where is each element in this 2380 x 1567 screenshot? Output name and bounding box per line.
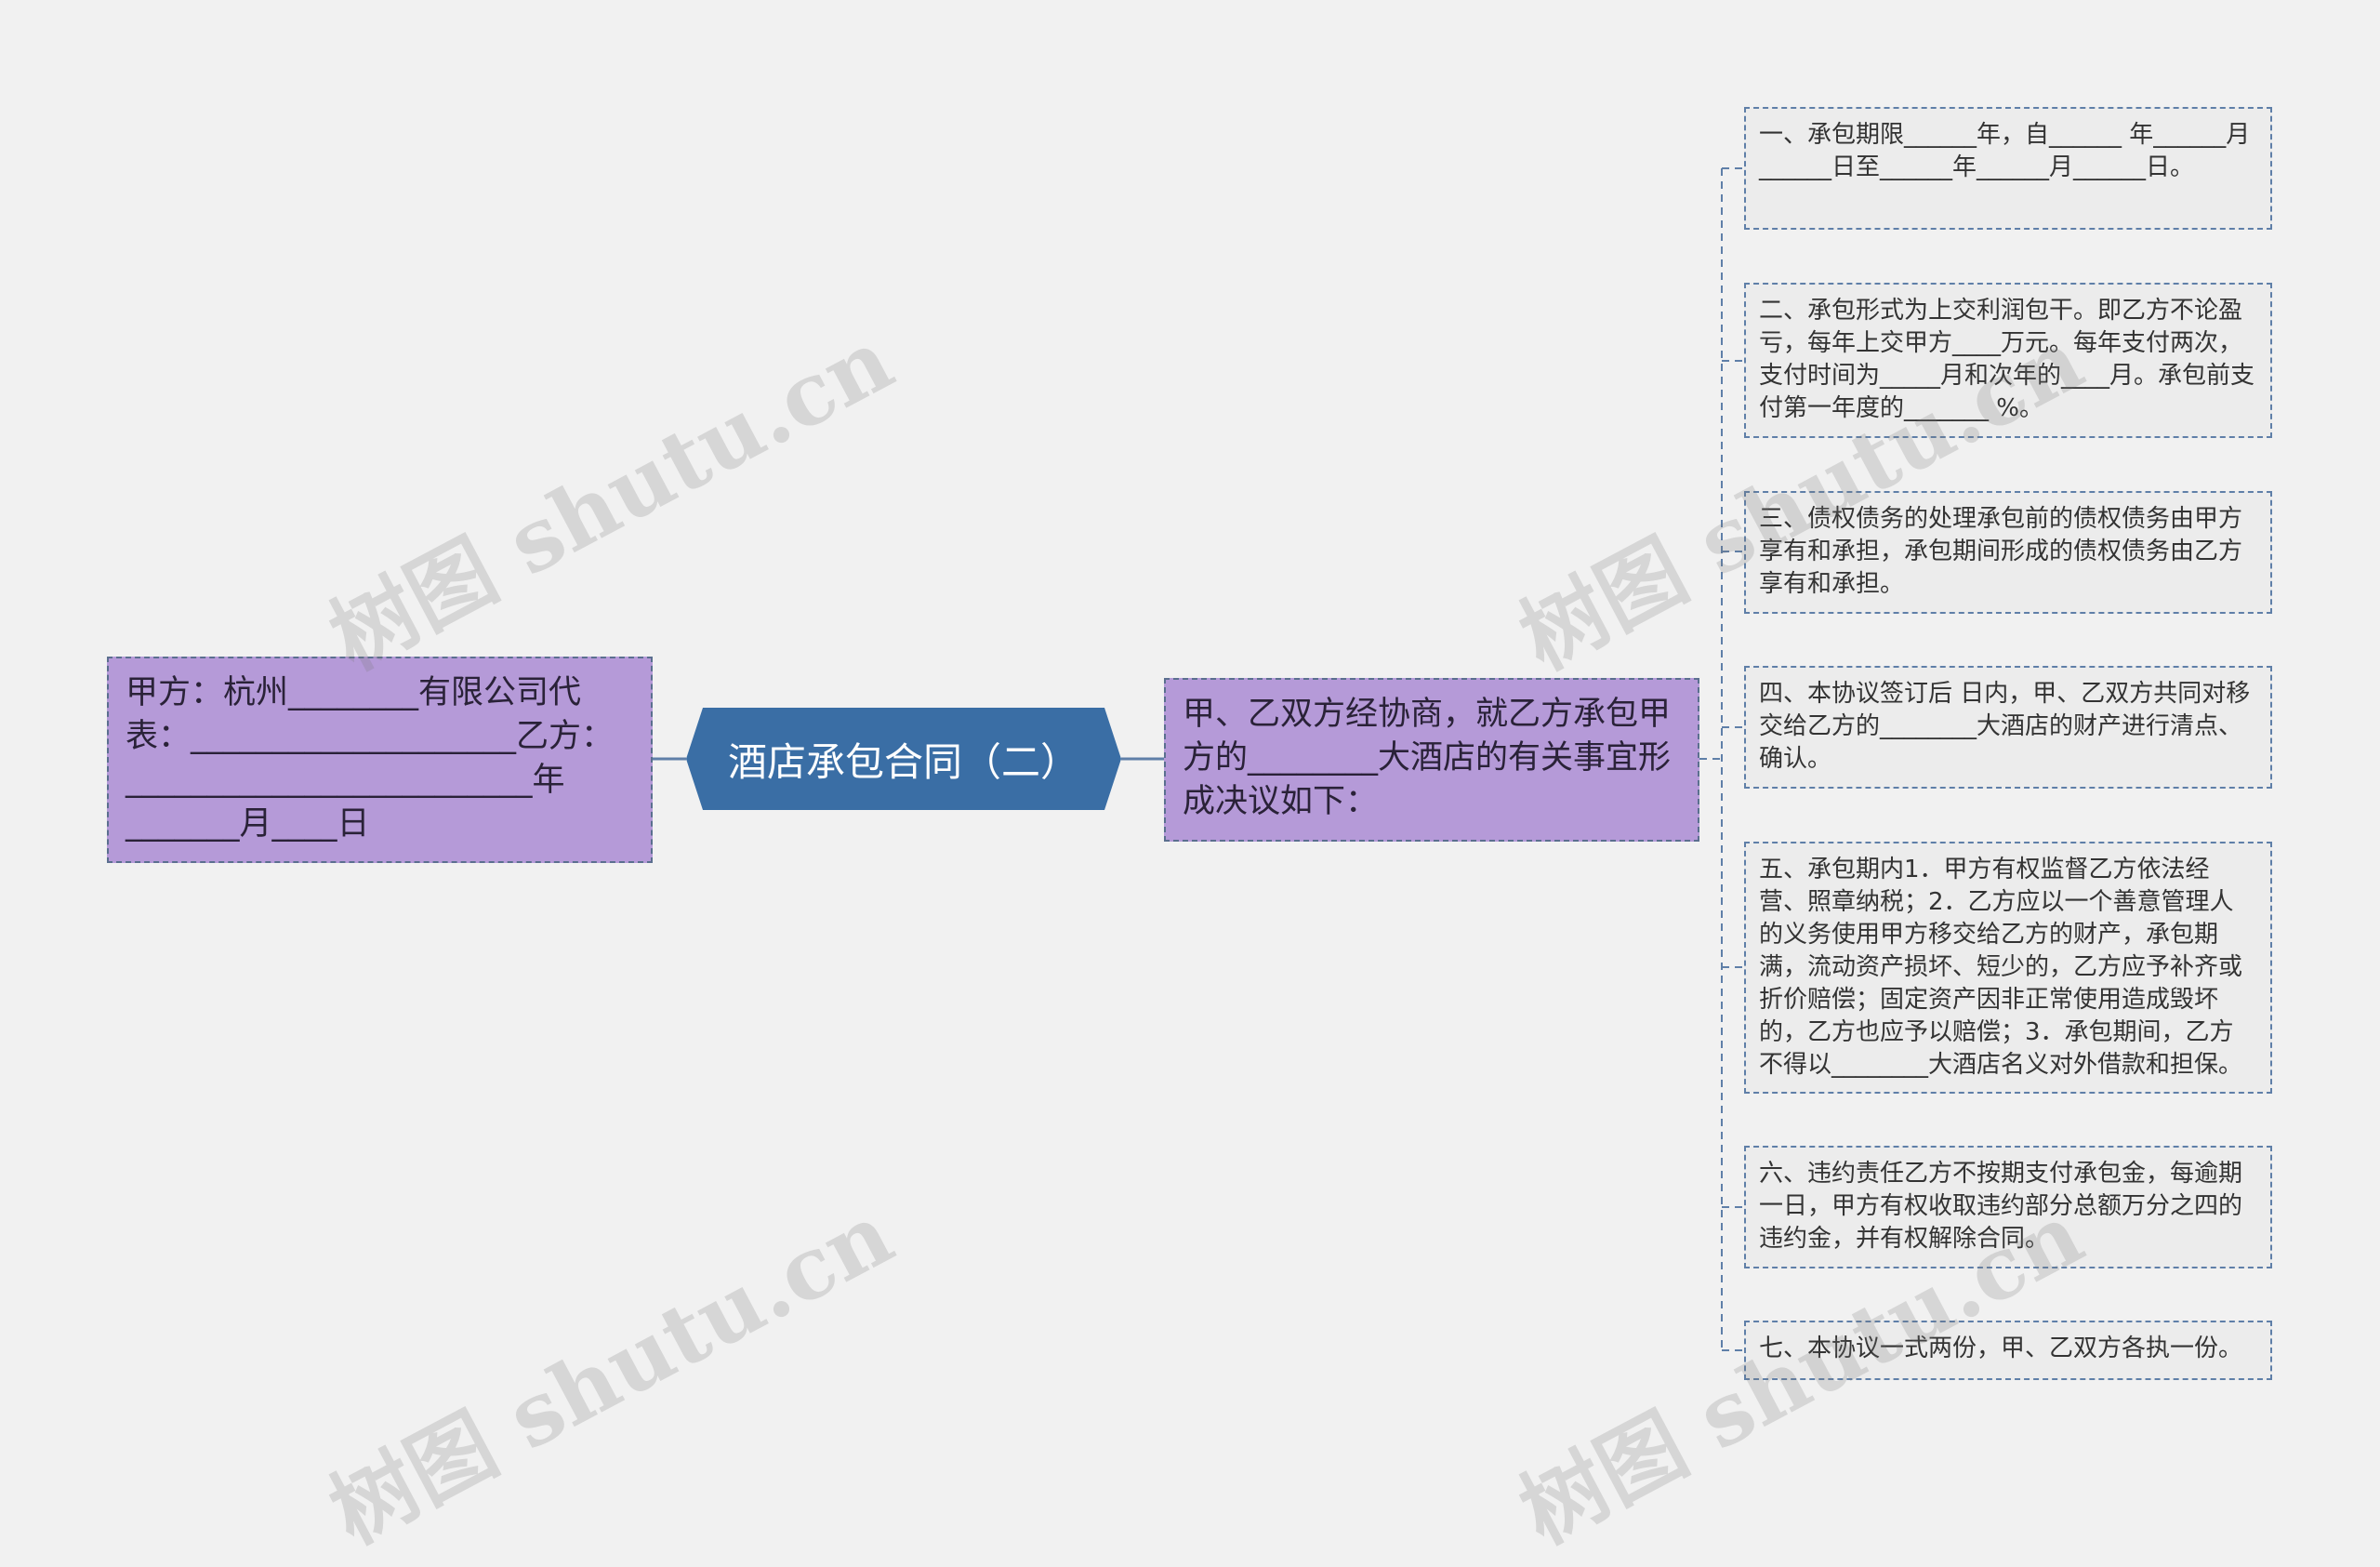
clause-text-7: 七、本协议一式两份，甲、乙双方各执一份。 — [1759, 1335, 2243, 1362]
clause-node-3[interactable]: 三、债权债务的处理承包前的债权债务由甲方享有和承担，承包期间形成的债权债务由乙方… — [1744, 491, 2272, 614]
clause-node-7[interactable]: 七、本协议一式两份，甲、乙双方各执一份。 — [1744, 1321, 2272, 1380]
clause-text-2: 二、承包形式为上交利润包干。即乙方不论盈亏，每年上交甲方____万元。每年支付两… — [1759, 297, 2255, 422]
root-topic-node[interactable]: 酒店承包合同（二） — [686, 708, 1121, 810]
intro-node[interactable]: 甲、乙双方经协商，就乙方承包甲方的________大酒店的有关事宜形成决议如下： — [1164, 678, 1699, 842]
clause-node-5[interactable]: 五、承包期内1．甲方有权监督乙方依法经营、照章纳税；2．乙方应以一个善意管理人的… — [1744, 842, 2272, 1094]
clause-node-6[interactable]: 六、违约责任乙方不按期支付承包金，每逾期一日，甲方有权收取违约部分总额万分之四的… — [1744, 1146, 2272, 1268]
clause-node-4[interactable]: 四、本协议签订后 日内，甲、乙双方共同对移交给乙方的________大酒店的财产… — [1744, 666, 2272, 789]
party-info-text: 甲方：杭州________有限公司代表：____________________… — [126, 674, 615, 843]
clause-text-5: 五、承包期内1．甲方有权监督乙方依法经营、照章纳税；2．乙方应以一个善意管理人的… — [1759, 856, 2243, 1079]
clause-text-1: 一、承包期限______年，自______ 年______月______日至__… — [1759, 121, 2251, 181]
mind-map-canvas: 甲方：杭州________有限公司代表：____________________… — [0, 0, 2380, 1563]
clause-text-3: 三、债权债务的处理承包前的债权债务由甲方享有和承担，承包期间形成的债权债务由乙方… — [1759, 505, 2243, 598]
clause-text-4: 四、本协议签订后 日内，甲、乙双方共同对移交给乙方的________大酒店的财产… — [1759, 680, 2251, 773]
clause-node-2[interactable]: 二、承包形式为上交利润包干。即乙方不论盈亏，每年上交甲方____万元。每年支付两… — [1744, 283, 2272, 438]
intro-text: 甲、乙双方经协商，就乙方承包甲方的________大酒店的有关事宜形成决议如下： — [1183, 696, 1672, 820]
party-info-node[interactable]: 甲方：杭州________有限公司代表：____________________… — [107, 657, 653, 863]
root-topic-label: 酒店承包合同（二） — [727, 738, 1079, 785]
clause-text-6: 六、违约责任乙方不按期支付承包金，每逾期一日，甲方有权收取违约部分总额万分之四的… — [1759, 1160, 2243, 1253]
clause-node-1[interactable]: 一、承包期限______年，自______ 年______月______日至__… — [1744, 107, 2272, 230]
